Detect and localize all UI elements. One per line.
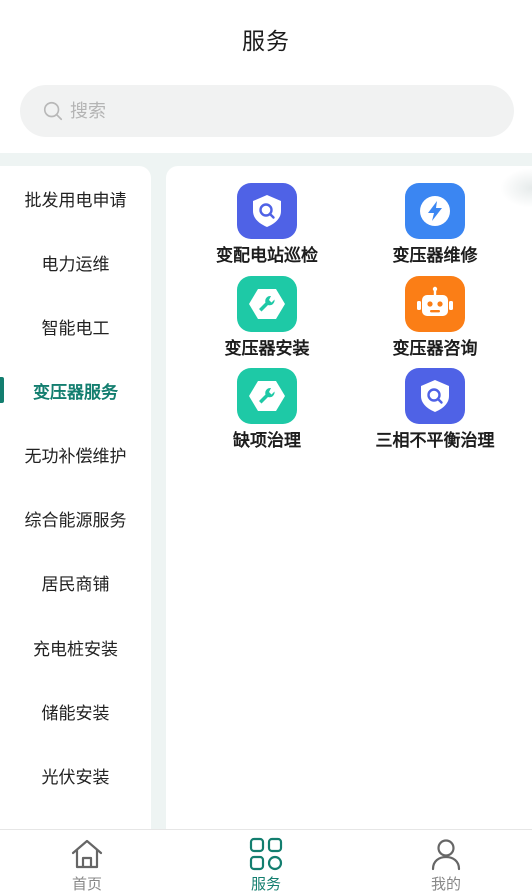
- sidebar-item-label: 智能电工: [41, 318, 110, 339]
- search-bar[interactable]: [20, 85, 514, 137]
- shield-search-icon: [237, 183, 297, 239]
- sidebar-item-label: 无功补偿维护: [24, 446, 127, 467]
- sidebar-item-charging-pile[interactable]: 充电桩安装: [0, 615, 151, 679]
- wrench-icon: [237, 276, 297, 332]
- tab-profile[interactable]: 我的: [386, 830, 506, 895]
- sidebar-item-reactive-compensation[interactable]: 无功补偿维护: [0, 422, 151, 486]
- service-tile-missing-item-fix[interactable]: 缺项治理: [182, 368, 352, 458]
- category-sidebar: 批发用电申请 电力运维 智能电工 变压器服务 无功补偿维护 综合能源服务 居民商…: [0, 166, 151, 829]
- service-tile-substation-inspection[interactable]: 变配电站巡检: [182, 183, 352, 273]
- home-icon: [71, 839, 103, 869]
- robot-icon: [405, 276, 465, 332]
- tab-home[interactable]: 首页: [27, 830, 147, 895]
- sidebar-item-label: 批发用电申请: [24, 190, 127, 211]
- services-page: 服务 批发用电申请 电力运维 智能电工 变压器服务 无功补偿维护 综合能源服务 …: [0, 0, 532, 895]
- search-input[interactable]: [70, 100, 470, 122]
- sidebar-item-residential-shops[interactable]: 居民商铺: [0, 550, 151, 614]
- sidebar-item-label: 储能安装: [41, 703, 110, 724]
- service-label: 变压器维修: [392, 246, 478, 266]
- tab-label: 服务: [250, 875, 281, 893]
- tab-label: 首页: [71, 875, 102, 893]
- sidebar-item-integrated-energy[interactable]: 综合能源服务: [0, 486, 151, 550]
- tab-services[interactable]: 服务: [206, 830, 326, 895]
- service-panel: 变配电站巡检 变压器维修 变压器安装 变压器咨询 缺项治理 三相不平衡治理: [166, 166, 532, 829]
- search-icon: [43, 101, 63, 121]
- header: 服务: [0, 0, 532, 76]
- service-tile-transformer-consult[interactable]: 变压器咨询: [350, 276, 520, 366]
- service-tile-three-phase-imbalance[interactable]: 三相不平衡治理: [350, 368, 520, 458]
- sidebar-item-wholesale-power[interactable]: 批发用电申请: [0, 166, 151, 230]
- sidebar-item-label: 变压器服务: [33, 382, 118, 403]
- sidebar-item-label: 居民商铺: [41, 574, 110, 595]
- service-label: 变压器咨询: [392, 339, 478, 359]
- sidebar-item-label: 综合能源服务: [24, 510, 127, 531]
- sidebar-item-label: 光伏安装: [41, 767, 110, 788]
- tab-label: 我的: [430, 875, 461, 893]
- service-label: 变配电站巡检: [216, 246, 318, 266]
- lightning-icon: [405, 183, 465, 239]
- service-tile-transformer-install[interactable]: 变压器安装: [182, 276, 352, 366]
- sidebar-item-photovoltaic[interactable]: 光伏安装: [0, 743, 151, 807]
- shield-search-icon: [405, 368, 465, 424]
- sidebar-item-label: 充电桩安装: [33, 639, 118, 660]
- panel-edge-shadow: [500, 168, 532, 208]
- sidebar-item-power-maintenance[interactable]: 电力运维: [0, 230, 151, 294]
- service-tile-transformer-repair[interactable]: 变压器维修: [350, 183, 520, 273]
- page-title: 服务: [242, 29, 290, 55]
- service-label: 变压器安装: [224, 339, 310, 359]
- service-label: 缺项治理: [233, 431, 301, 451]
- wrench-icon: [237, 368, 297, 424]
- user-icon: [431, 839, 461, 871]
- sidebar-item-label: 电力运维: [41, 254, 110, 275]
- sidebar-item-smart-electrician[interactable]: 智能电工: [0, 294, 151, 358]
- grid-icon: [249, 837, 283, 871]
- sidebar-item-transformer-service[interactable]: 变压器服务: [0, 358, 151, 422]
- bottom-tab-bar: 首页 服务 我的: [0, 829, 532, 895]
- sidebar-item-energy-storage[interactable]: 储能安装: [0, 679, 151, 743]
- service-label: 三相不平衡治理: [375, 431, 495, 451]
